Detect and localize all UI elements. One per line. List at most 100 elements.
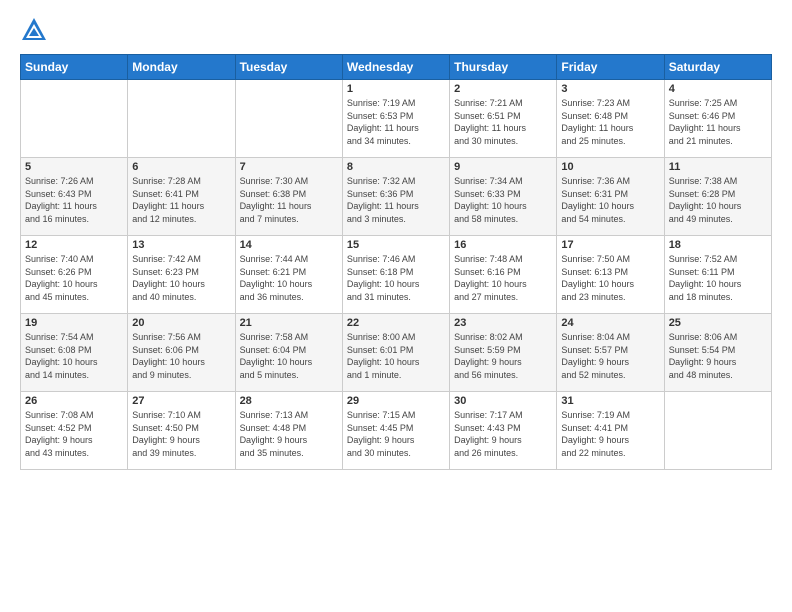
- week-row-0: 1Sunrise: 7:19 AMSunset: 6:53 PMDaylight…: [21, 80, 772, 158]
- day-info: Sunrise: 7:25 AMSunset: 6:46 PMDaylight:…: [669, 97, 767, 147]
- day-number: 8: [347, 161, 445, 173]
- day-info: Sunrise: 7:44 AMSunset: 6:21 PMDaylight:…: [240, 253, 338, 303]
- calendar-table: SundayMondayTuesdayWednesdayThursdayFrid…: [20, 54, 772, 470]
- day-number: 5: [25, 161, 123, 173]
- calendar-cell: 3 Sunrise: 7:23 AMSunset: 6:48 PMDaylight…: [557, 80, 664, 158]
- day-info: Sunrise: 8:06 AMSunset: 5:54 PMDaylight:…: [669, 331, 767, 381]
- day-number: 30: [454, 395, 552, 407]
- calendar-cell: 13 Sunrise: 7:42 AMSunset: 6:23 PMDayligh…: [128, 236, 235, 314]
- day-number: 25: [669, 317, 767, 329]
- day-number: 26: [25, 395, 123, 407]
- day-number: 31: [561, 395, 659, 407]
- header-day-thursday: Thursday: [450, 55, 557, 80]
- header-day-friday: Friday: [557, 55, 664, 80]
- week-row-2: 12 Sunrise: 7:40 AMSunset: 6:26 PMDayligh…: [21, 236, 772, 314]
- header-row: SundayMondayTuesdayWednesdayThursdayFrid…: [21, 55, 772, 80]
- day-number: 20: [132, 317, 230, 329]
- calendar-cell: 5 Sunrise: 7:26 AMSunset: 6:43 PMDaylight…: [21, 158, 128, 236]
- calendar-cell: 4 Sunrise: 7:25 AMSunset: 6:46 PMDaylight…: [664, 80, 771, 158]
- calendar-cell: 31 Sunrise: 7:19 AMSunset: 4:41 PMDayligh…: [557, 392, 664, 470]
- day-number: 4: [669, 83, 767, 95]
- day-number: 27: [132, 395, 230, 407]
- day-number: 29: [347, 395, 445, 407]
- calendar-cell: 22Sunrise: 8:00 AMSunset: 6:01 PMDayligh…: [342, 314, 449, 392]
- calendar-cell: 18 Sunrise: 7:52 AMSunset: 6:11 PMDayligh…: [664, 236, 771, 314]
- calendar-cell: 8Sunrise: 7:32 AMSunset: 6:36 PMDaylight…: [342, 158, 449, 236]
- day-info: Sunrise: 7:15 AMSunset: 4:45 PMDaylight:…: [347, 409, 445, 459]
- day-info: Sunrise: 8:04 AMSunset: 5:57 PMDaylight:…: [561, 331, 659, 381]
- calendar-cell: 1Sunrise: 7:19 AMSunset: 6:53 PMDaylight…: [342, 80, 449, 158]
- day-info: Sunrise: 7:40 AMSunset: 6:26 PMDaylight:…: [25, 253, 123, 303]
- day-info: Sunrise: 7:28 AMSunset: 6:41 PMDaylight:…: [132, 175, 230, 225]
- day-number: 28: [240, 395, 338, 407]
- calendar-cell: 16 Sunrise: 7:48 AMSunset: 6:16 PMDayligh…: [450, 236, 557, 314]
- page: SundayMondayTuesdayWednesdayThursdayFrid…: [0, 0, 792, 612]
- day-info: Sunrise: 7:48 AMSunset: 6:16 PMDaylight:…: [454, 253, 552, 303]
- day-info: Sunrise: 7:10 AMSunset: 4:50 PMDaylight:…: [132, 409, 230, 459]
- day-info: Sunrise: 7:52 AMSunset: 6:11 PMDaylight:…: [669, 253, 767, 303]
- header-day-wednesday: Wednesday: [342, 55, 449, 80]
- header-day-sunday: Sunday: [21, 55, 128, 80]
- day-number: 12: [25, 239, 123, 251]
- logo: [20, 16, 54, 44]
- day-info: Sunrise: 7:13 AMSunset: 4:48 PMDaylight:…: [240, 409, 338, 459]
- week-row-3: 19 Sunrise: 7:54 AMSunset: 6:08 PMDayligh…: [21, 314, 772, 392]
- calendar-cell: 24 Sunrise: 8:04 AMSunset: 5:57 PMDayligh…: [557, 314, 664, 392]
- calendar-cell: 26 Sunrise: 7:08 AMSunset: 4:52 PMDayligh…: [21, 392, 128, 470]
- calendar-cell: 20 Sunrise: 7:56 AMSunset: 6:06 PMDayligh…: [128, 314, 235, 392]
- day-info: Sunrise: 7:08 AMSunset: 4:52 PMDaylight:…: [25, 409, 123, 459]
- calendar-cell: 25 Sunrise: 8:06 AMSunset: 5:54 PMDayligh…: [664, 314, 771, 392]
- day-number: 16: [454, 239, 552, 251]
- day-number: 15: [347, 239, 445, 251]
- day-info: Sunrise: 7:17 AMSunset: 4:43 PMDaylight:…: [454, 409, 552, 459]
- day-number: 11: [669, 161, 767, 173]
- day-number: 3: [561, 83, 659, 95]
- day-info: Sunrise: 7:42 AMSunset: 6:23 PMDaylight:…: [132, 253, 230, 303]
- day-info: Sunrise: 7:46 AMSunset: 6:18 PMDaylight:…: [347, 253, 445, 303]
- calendar-cell: 11 Sunrise: 7:38 AMSunset: 6:28 PMDayligh…: [664, 158, 771, 236]
- day-info: Sunrise: 7:54 AMSunset: 6:08 PMDaylight:…: [25, 331, 123, 381]
- day-number: 2: [454, 83, 552, 95]
- calendar-cell: [235, 80, 342, 158]
- calendar-cell: 28 Sunrise: 7:13 AMSunset: 4:48 PMDayligh…: [235, 392, 342, 470]
- day-number: 18: [669, 239, 767, 251]
- calendar-cell: 23Sunrise: 8:02 AMSunset: 5:59 PMDayligh…: [450, 314, 557, 392]
- day-info: Sunrise: 7:36 AMSunset: 6:31 PMDaylight:…: [561, 175, 659, 225]
- logo-icon: [20, 16, 48, 44]
- day-info: Sunrise: 7:19 AMSunset: 4:41 PMDaylight:…: [561, 409, 659, 459]
- day-number: 14: [240, 239, 338, 251]
- day-info: Sunrise: 7:50 AMSunset: 6:13 PMDaylight:…: [561, 253, 659, 303]
- calendar-cell: 27 Sunrise: 7:10 AMSunset: 4:50 PMDayligh…: [128, 392, 235, 470]
- calendar-cell: 15 Sunrise: 7:46 AMSunset: 6:18 PMDayligh…: [342, 236, 449, 314]
- day-info: Sunrise: 7:21 AMSunset: 6:51 PMDaylight:…: [454, 97, 552, 147]
- day-number: 9: [454, 161, 552, 173]
- calendar-cell: [21, 80, 128, 158]
- calendar-cell: 14 Sunrise: 7:44 AMSunset: 6:21 PMDayligh…: [235, 236, 342, 314]
- day-number: 17: [561, 239, 659, 251]
- calendar-cell: 17 Sunrise: 7:50 AMSunset: 6:13 PMDayligh…: [557, 236, 664, 314]
- day-info: Sunrise: 7:26 AMSunset: 6:43 PMDaylight:…: [25, 175, 123, 225]
- day-number: 13: [132, 239, 230, 251]
- calendar-cell: 6Sunrise: 7:28 AMSunset: 6:41 PMDaylight…: [128, 158, 235, 236]
- calendar-cell: 19 Sunrise: 7:54 AMSunset: 6:08 PMDayligh…: [21, 314, 128, 392]
- day-info: Sunrise: 7:30 AMSunset: 6:38 PMDaylight:…: [240, 175, 338, 225]
- calendar-cell: 29 Sunrise: 7:15 AMSunset: 4:45 PMDayligh…: [342, 392, 449, 470]
- day-number: 19: [25, 317, 123, 329]
- day-info: Sunrise: 7:34 AMSunset: 6:33 PMDaylight:…: [454, 175, 552, 225]
- calendar-cell: 12 Sunrise: 7:40 AMSunset: 6:26 PMDayligh…: [21, 236, 128, 314]
- calendar-cell: 7 Sunrise: 7:30 AMSunset: 6:38 PMDaylight…: [235, 158, 342, 236]
- day-number: 24: [561, 317, 659, 329]
- calendar-cell: 2 Sunrise: 7:21 AMSunset: 6:51 PMDaylight…: [450, 80, 557, 158]
- header-day-monday: Monday: [128, 55, 235, 80]
- week-row-1: 5 Sunrise: 7:26 AMSunset: 6:43 PMDaylight…: [21, 158, 772, 236]
- day-number: 7: [240, 161, 338, 173]
- day-info: Sunrise: 7:58 AMSunset: 6:04 PMDaylight:…: [240, 331, 338, 381]
- calendar-cell: 30 Sunrise: 7:17 AMSunset: 4:43 PMDayligh…: [450, 392, 557, 470]
- day-info: Sunrise: 7:23 AMSunset: 6:48 PMDaylight:…: [561, 97, 659, 147]
- day-info: Sunrise: 7:19 AMSunset: 6:53 PMDaylight:…: [347, 97, 445, 147]
- calendar-cell: 10Sunrise: 7:36 AMSunset: 6:31 PMDayligh…: [557, 158, 664, 236]
- day-info: Sunrise: 8:00 AMSunset: 6:01 PMDaylight:…: [347, 331, 445, 381]
- day-info: Sunrise: 7:38 AMSunset: 6:28 PMDaylight:…: [669, 175, 767, 225]
- header: [20, 16, 772, 44]
- day-info: Sunrise: 7:56 AMSunset: 6:06 PMDaylight:…: [132, 331, 230, 381]
